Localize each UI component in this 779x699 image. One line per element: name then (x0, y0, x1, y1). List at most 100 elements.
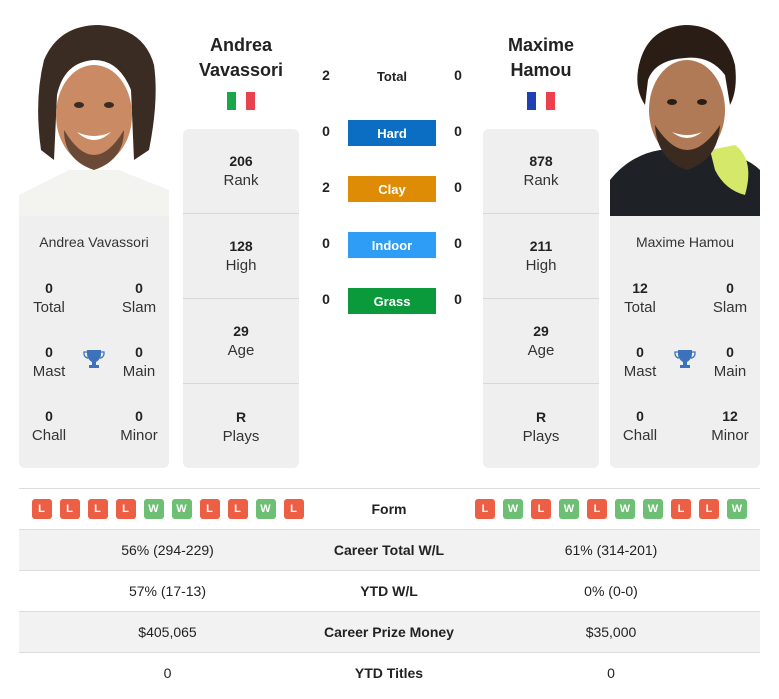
player2-name-heading[interactable]: Maxime Hamou (483, 33, 599, 83)
player1-portrait-icon (19, 20, 169, 216)
form-loss-badge[interactable]: L (227, 499, 248, 519)
form-win-badge[interactable]: W (503, 499, 523, 519)
player1-ytd-titles: 0 (163, 665, 172, 681)
form-loss-badge[interactable]: L (587, 499, 607, 519)
title-label: Mast (623, 363, 657, 380)
stat-value: 211 (529, 238, 553, 254)
player2-titles-chall: 0 Chall (610, 406, 670, 446)
player2-rank: 878 Rank (483, 129, 599, 214)
form-loss-badge[interactable]: L (531, 499, 551, 519)
stat-label: Plays (522, 427, 560, 445)
form-loss-badge[interactable]: L (87, 499, 108, 519)
h2h-indoor-p2: 0 (454, 235, 462, 251)
row-label: YTD W/L (360, 583, 418, 599)
form-loss-badge[interactable]: L (283, 499, 304, 519)
player2-high: 211 High (483, 214, 599, 299)
title-value: 0 (726, 344, 734, 360)
form-loss-badge[interactable]: L (31, 499, 52, 519)
surface-grass-badge[interactable]: Grass (348, 288, 436, 314)
title-value: 0 (135, 344, 143, 360)
player1-form: LLLLWWLLWL (19, 499, 316, 519)
form-loss-badge[interactable]: L (475, 499, 495, 519)
surface-clay-badge[interactable]: Clay (348, 176, 436, 202)
title-label: Total (33, 299, 65, 316)
h2h-hard-p1: 0 (322, 123, 330, 139)
form-win-badge[interactable]: W (727, 499, 747, 519)
stat-value: R (535, 408, 547, 425)
player1-titles-mast: 0 Mast (19, 342, 79, 382)
title-value: 12 (722, 408, 738, 424)
player2-titles-minor: 12 Minor (700, 406, 760, 446)
h2h-indoor-p1: 0 (322, 235, 330, 251)
form-win-badge[interactable]: W (255, 499, 276, 519)
table-row: 57% (17-13) YTD W/L 0% (0-0) (19, 570, 760, 611)
player1-rank: 206 Rank (183, 129, 299, 214)
player2-first-name: Maxime (507, 35, 575, 55)
title-label: Minor (120, 427, 158, 444)
player1-titles-minor: 0 Minor (109, 406, 169, 446)
form-win-badge[interactable]: W (143, 499, 164, 519)
player2-age: 29 Age (483, 299, 599, 384)
player2-photo[interactable] (610, 20, 760, 216)
stat-label: Age (527, 342, 555, 359)
form-loss-badge[interactable]: L (115, 499, 136, 519)
stat-value: 206 (229, 153, 253, 169)
form-loss-badge[interactable]: L (199, 499, 220, 519)
stat-label: Plays (222, 427, 260, 445)
h2h-grass-p1: 0 (322, 291, 330, 307)
player2-titles-slam: 0 Slam (700, 278, 760, 318)
player1-photo[interactable] (19, 20, 169, 216)
surface-hard-badge[interactable]: Hard (348, 120, 436, 146)
player1-career-wl: 56% (294-229) (121, 542, 214, 558)
row-label: YTD Titles (354, 665, 424, 681)
player2-full-name[interactable]: Maxime Hamou (610, 234, 760, 250)
stat-label: Rank (523, 172, 559, 189)
stat-label: High (225, 257, 257, 274)
player2-form: LWLWLWWLLW (462, 499, 760, 519)
stat-label: Age (227, 342, 255, 359)
form-loss-badge[interactable]: L (59, 499, 80, 519)
player1-stats-card: 206 Rank 128 High 29 Age R Plays (183, 129, 299, 468)
player2-ytd-wl: 0% (0-0) (584, 583, 638, 599)
player2-ytd-titles: 0 (607, 665, 615, 681)
title-value: 0 (636, 344, 644, 360)
surface-indoor-badge[interactable]: Indoor (348, 232, 436, 258)
player1-titles-chall: 0 Chall (19, 406, 79, 446)
player2-career-wl: 61% (314-201) (564, 542, 658, 558)
stat-value: 29 (233, 323, 249, 339)
france-flag-icon (527, 92, 555, 110)
title-label: Chall (31, 427, 67, 444)
player1-last-name: Vavassori (198, 60, 284, 80)
title-label: Minor (711, 427, 749, 444)
player1-high: 128 High (183, 214, 299, 299)
form-label: Form (371, 501, 407, 517)
h2h-total-p1: 2 (322, 67, 330, 83)
title-value: 0 (636, 408, 644, 424)
h2h-total-p2: 0 (454, 67, 462, 83)
player2-titles-card: Maxime Hamou 12 Total 0 Slam 0 Mast 0 Ma… (610, 216, 760, 468)
title-label: Main (122, 363, 156, 380)
player2-titles-mast: 0 Mast (610, 342, 670, 382)
player2-plays: R Plays (483, 384, 599, 469)
title-value: 0 (135, 408, 143, 424)
player1-full-name[interactable]: Andrea Vavassori (19, 234, 169, 250)
title-value: 12 (632, 280, 648, 296)
form-win-badge[interactable]: W (615, 499, 635, 519)
table-row: 56% (294-229) Career Total W/L 61% (314-… (19, 529, 760, 570)
player1-first-name: Andrea (209, 35, 272, 55)
stat-value: 29 (533, 323, 549, 339)
player1-name-heading[interactable]: Andrea Vavassori (183, 33, 299, 83)
h2h-total-label: Total (376, 69, 408, 84)
form-loss-badge[interactable]: L (699, 499, 719, 519)
form-loss-badge[interactable]: L (671, 499, 691, 519)
player2-titles-total: 12 Total (610, 278, 670, 318)
form-win-badge[interactable]: W (643, 499, 663, 519)
player2-prize-money: $35,000 (585, 624, 637, 640)
trophy-icon (673, 348, 697, 377)
table-row: 0 YTD Titles 0 (19, 652, 760, 693)
title-value: 0 (45, 344, 53, 360)
form-win-badge[interactable]: W (559, 499, 579, 519)
form-win-badge[interactable]: W (171, 499, 192, 519)
title-label: Chall (622, 427, 658, 444)
stat-label: Rank (223, 172, 259, 189)
